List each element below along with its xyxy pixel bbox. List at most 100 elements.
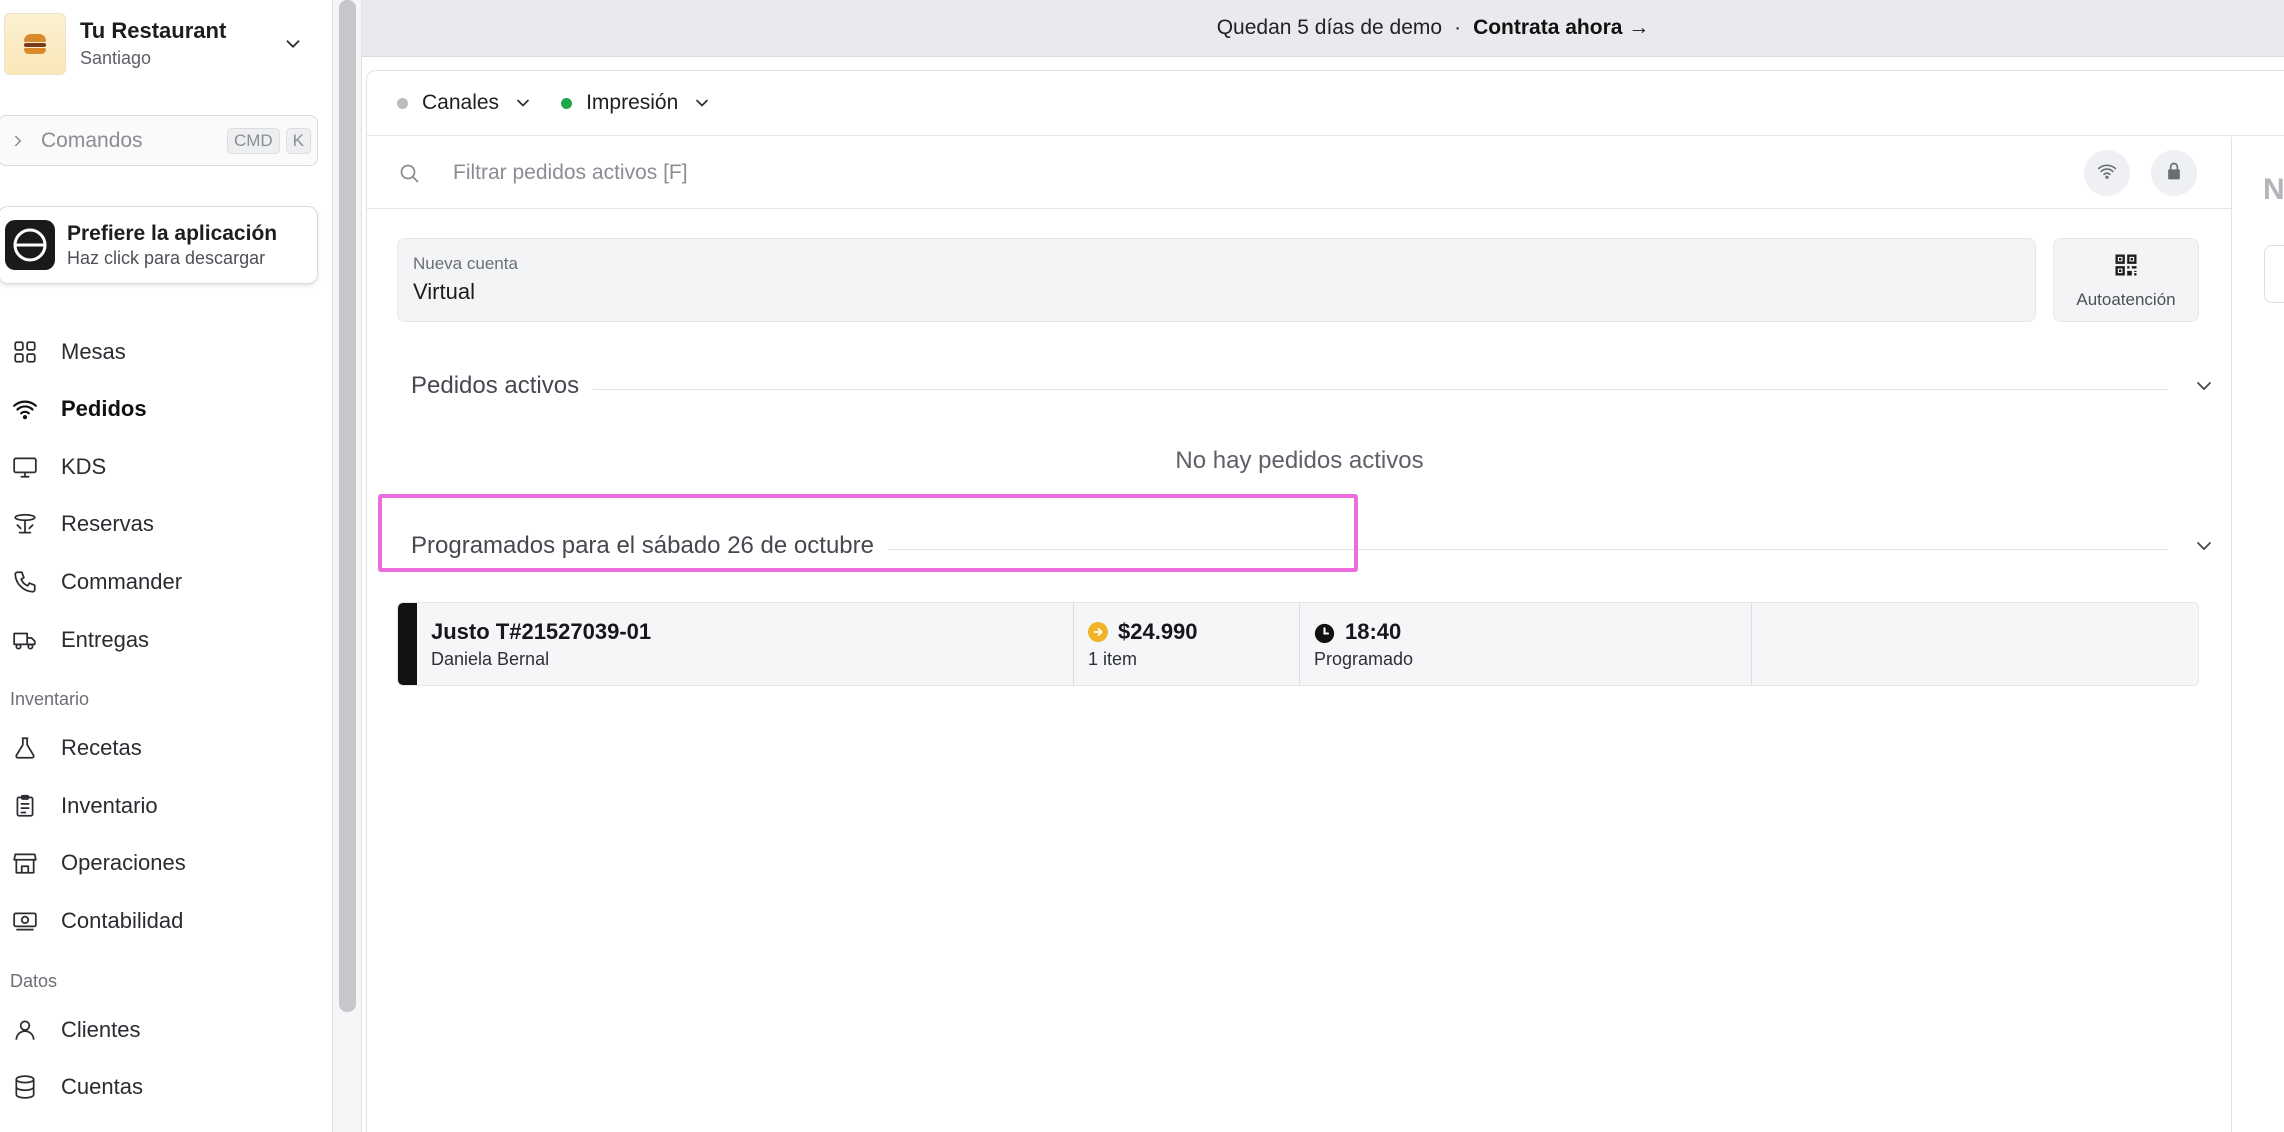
order-extra-cell [1752, 603, 2198, 685]
phone-icon [10, 567, 40, 597]
order-card[interactable]: Justo T#21527039-01 Daniela Bernal $24.9… [397, 602, 2199, 686]
search-icon [397, 161, 421, 185]
sidebar-item-kds[interactable]: KDS [10, 444, 310, 490]
printing-label: Impresión [586, 91, 679, 114]
wifi-icon [10, 394, 40, 424]
sidebar-item-label: Recetas [61, 735, 142, 760]
sidebar-item-label: Inventario [61, 793, 158, 818]
restaurant-name: Tu Restaurant [80, 18, 227, 43]
order-amount-cell: $24.990 1 item [1074, 603, 1300, 685]
active-orders-title: Pedidos activos [411, 372, 580, 399]
sidebar-item-label: Mesas [61, 339, 126, 364]
chevron-down-icon[interactable] [278, 29, 308, 59]
channels-dropdown[interactable]: Canales [397, 91, 533, 115]
chevron-down-icon [692, 93, 712, 113]
order-status-bar [398, 603, 417, 685]
order-status: Programado [1314, 649, 1414, 669]
section-divider [887, 548, 2168, 550]
sidebar-item-entregas[interactable]: Entregas [10, 617, 310, 663]
sidebar-item-pedidos[interactable]: Pedidos [10, 386, 310, 432]
channels-status-dot [397, 97, 408, 109]
shortcut-key-k: K [285, 127, 311, 154]
store-icon [10, 848, 40, 878]
monitor-icon [10, 452, 40, 482]
app-logo-icon [5, 220, 55, 270]
qr-code-icon [2112, 251, 2140, 284]
restaurant-logo [4, 13, 66, 75]
printing-dropdown[interactable]: Impresión [561, 91, 712, 115]
order-amount: $24.990 [1118, 619, 1198, 644]
sidebar-item-recetas[interactable]: Recetas [10, 725, 310, 771]
lock-icon [2164, 161, 2184, 186]
grid-icon [10, 337, 40, 367]
order-title: Justo T#21527039-01 [431, 619, 652, 644]
sidebar-item-label: Pedidos [61, 396, 147, 421]
nav-section-inventario: Inventario [10, 689, 90, 709]
sidebar-item-cuentas[interactable]: Cuentas [10, 1064, 310, 1110]
section-divider [593, 388, 2168, 390]
orders-panel: Canales Impresión N Nueva cuenta Virtual… [366, 70, 2284, 1132]
no-active-orders-message: No hay pedidos activos [1175, 447, 1424, 474]
download-app-banner[interactable]: Prefiere la aplicación Haz click para de… [0, 206, 318, 284]
wifi-status-button[interactable] [2084, 150, 2130, 196]
scheduled-orders-title: Programados para el sábado 26 de octubre [411, 532, 874, 559]
cash-icon [10, 906, 40, 936]
clock-icon [1314, 622, 1335, 643]
sidebar-scrollbar-thumb[interactable] [339, 0, 356, 1012]
order-items: 1 item [1088, 649, 1138, 669]
printing-status-dot [561, 97, 573, 109]
autoatencion-button[interactable]: Autoatención [2053, 238, 2199, 322]
table-icon [10, 509, 40, 539]
chevron-down-icon[interactable] [2192, 374, 2216, 398]
sidebar-item-contabilidad[interactable]: Contabilidad [10, 898, 310, 944]
autoatencion-label: Autoatención [2076, 289, 2176, 309]
order-time: 18:40 [1345, 619, 1402, 644]
orders-toolbar: Canales Impresión [367, 71, 2284, 136]
payment-pending-icon [1088, 622, 1108, 642]
active-orders-section[interactable]: Pedidos activos [411, 366, 2216, 406]
database-icon [10, 1072, 40, 1102]
details-panel-peek-text: N [2263, 173, 2284, 206]
sidebar-item-inventario[interactable]: Inventario [10, 783, 310, 829]
sidebar-item-label: Entregas [61, 627, 150, 652]
sidebar-item-label: KDS [61, 454, 107, 479]
nav-section-datos: Datos [10, 971, 58, 991]
shortcut-key-cmd: CMD [226, 127, 280, 154]
chevron-down-icon [513, 93, 533, 113]
new-account-value: Virtual [413, 279, 475, 304]
sidebar-item-clientes[interactable]: Clientes [10, 1007, 310, 1053]
sidebar-item-label: Cuentas [61, 1074, 143, 1099]
sidebar-item-label: Commander [61, 569, 183, 594]
sidebar-item-commander[interactable]: Commander [10, 559, 310, 605]
order-customer: Daniela Bernal [431, 649, 550, 669]
sidebar-item-operaciones[interactable]: Operaciones [10, 840, 310, 886]
clipboard-icon [10, 791, 40, 821]
sidebar-item-mesas[interactable]: Mesas [10, 329, 310, 375]
chevron-right-icon [9, 132, 27, 150]
command-palette-button[interactable]: Comandos CMD K [0, 115, 318, 166]
restaurant-switcher[interactable]: Tu Restaurant Santiago [4, 12, 314, 76]
chevron-down-icon[interactable] [2192, 534, 2216, 558]
demo-banner: Quedan 5 días de demo · Contrata ahora → [362, 0, 2284, 57]
order-time-cell: 18:40 Programado [1300, 603, 1752, 685]
demo-days-text: Quedan 5 días de demo [1216, 16, 1443, 39]
sidebar: Tu Restaurant Santiago Comandos CMD K Pr… [0, 0, 333, 1132]
banner-separator: · [1454, 16, 1462, 39]
details-panel-peek-box [2264, 245, 2284, 303]
orders-search-input[interactable] [453, 160, 1553, 185]
contract-now-link[interactable]: Contrata ahora → [1473, 16, 1649, 40]
scheduled-orders-section[interactable]: Programados para el sábado 26 de octubre [411, 526, 2216, 566]
orders-search-bar [367, 137, 2232, 209]
lock-button[interactable] [2151, 150, 2197, 196]
truck-icon [10, 625, 40, 655]
command-palette-label: Comandos [41, 128, 143, 152]
channels-label: Canales [422, 91, 500, 114]
new-account-field[interactable]: Nueva cuenta Virtual [397, 238, 2036, 322]
details-panel-divider [2231, 137, 2232, 1132]
sidebar-item-label: Reservas [61, 511, 154, 536]
sidebar-item-label: Contabilidad [61, 908, 184, 933]
restaurant-city: Santiago [80, 48, 152, 68]
sidebar-item-label: Clientes [61, 1017, 141, 1042]
sidebar-item-reservas[interactable]: Reservas [10, 501, 310, 547]
app-promo-subtitle: Haz click para descargar [67, 248, 266, 268]
